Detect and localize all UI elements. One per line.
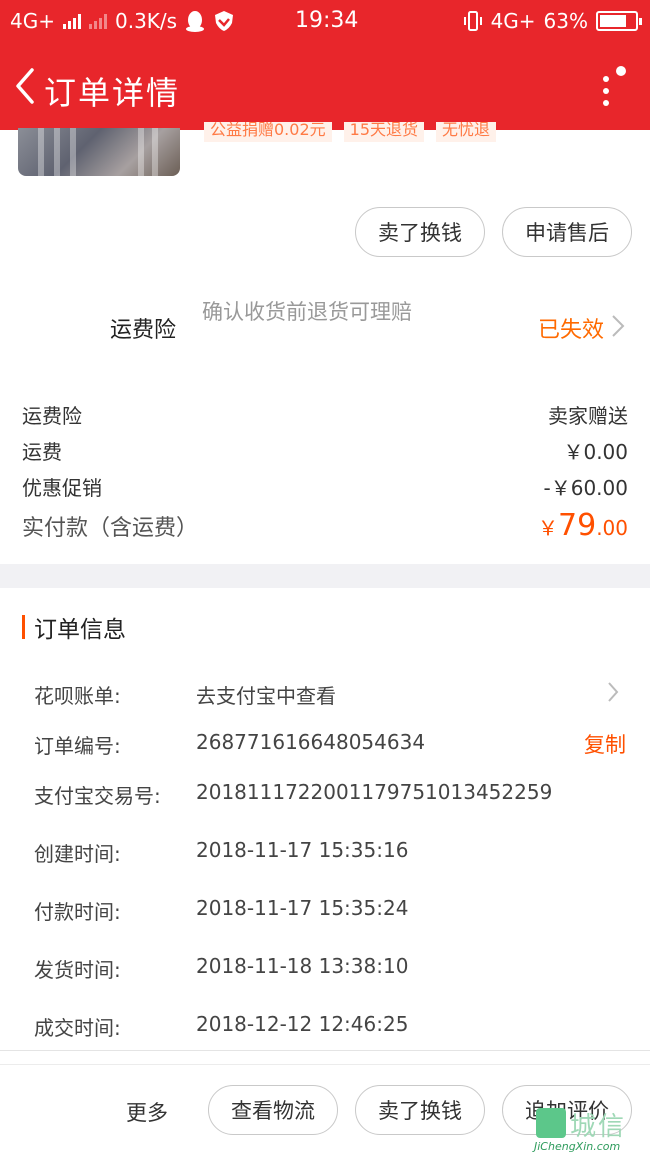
info-value-paid: 2018-11-17 15:35:24	[196, 896, 409, 920]
product-tag: 无忧退	[436, 122, 497, 142]
info-value-huabei[interactable]: 去支付宝中查看	[196, 680, 336, 709]
signal-icon	[62, 13, 81, 29]
battery-percent: 63%	[543, 9, 588, 33]
watermark-chinese: 城信	[570, 1112, 627, 1142]
info-value-created: 2018-11-17 15:35:16	[196, 838, 409, 862]
copy-button[interactable]: 复制	[584, 729, 626, 759]
order-info-title: 订单信息	[34, 617, 126, 643]
insurance-description: 确认收货前退货可理赔	[202, 300, 412, 324]
price-row-shipping: 运费 ￥0.00	[22, 436, 628, 465]
status-right: 4G+ 63%	[463, 9, 642, 33]
section-divider	[0, 564, 650, 588]
more-actions-link[interactable]: 更多	[126, 1097, 168, 1127]
watermark-badge-icon	[536, 1108, 566, 1138]
price-value: 卖家赠送	[548, 404, 628, 428]
battery-icon	[596, 11, 642, 31]
status-time: 19:34	[295, 8, 359, 33]
notification-dot	[616, 66, 626, 76]
price-row-discount: 优惠促销 -￥60.00	[22, 472, 628, 501]
price-value: ￥0.00	[563, 440, 628, 464]
product-tags: 公益捐赠0.02元 15天退货 无忧退	[204, 122, 497, 142]
insurance-label: 运费险	[110, 318, 177, 343]
insurance-status[interactable]: 已失效	[538, 312, 604, 344]
total-label: 实付款（含运费）	[22, 516, 199, 541]
qq-icon	[186, 11, 205, 32]
order-info-heading: 订单信息	[22, 612, 126, 643]
product-tag: 15天退货	[343, 122, 425, 142]
more-menu-icon[interactable]	[598, 66, 628, 110]
sell-button-bottom[interactable]: 卖了换钱	[355, 1085, 485, 1135]
view-logistics-button[interactable]: 查看物流	[208, 1085, 338, 1135]
info-label-huabei: 花呗账单:	[34, 684, 121, 708]
divider-line	[0, 1050, 650, 1051]
info-value-completed: 2018-12-12 12:46:25	[196, 1012, 409, 1036]
vibrate-icon	[463, 11, 482, 31]
price-label: 运费险	[22, 404, 82, 428]
info-value-alipay-no: 2018111722001179751013452259	[196, 780, 553, 804]
product-thumbnail[interactable]	[18, 128, 180, 176]
watermark-text: JiChengXin.com	[534, 1140, 621, 1153]
product-tag: 公益捐赠0.02元	[204, 122, 332, 142]
total-decimal: .00	[596, 516, 628, 540]
info-label-shipped: 发货时间:	[34, 958, 121, 982]
sell-button[interactable]: 卖了换钱	[355, 207, 485, 257]
page-title: 订单详情	[44, 74, 181, 112]
price-total-row: 实付款（含运费） ￥79.00	[22, 508, 628, 543]
info-value-order-no: 268771616648054634	[196, 730, 426, 754]
price-value: -￥60.00	[543, 476, 628, 500]
title-bar: 订单详情	[0, 44, 650, 130]
network-speed: 0.3K/s	[114, 9, 178, 33]
network-type-left: 4G+	[10, 9, 55, 33]
price-label: 运费	[22, 440, 62, 464]
info-label-order-no: 订单编号:	[34, 734, 121, 758]
order-detail-screen: 4G+ 0.3K/s 19:34 4G+ 63% 订单详情 公益捐赠0.02元 …	[0, 0, 650, 1155]
info-label-alipay-no: 支付宝交易号:	[34, 784, 161, 808]
back-arrow-icon[interactable]	[12, 66, 42, 106]
total-integer: 79	[558, 508, 597, 543]
total-currency: ￥	[538, 516, 558, 540]
price-row-insurance: 运费险 卖家赠送	[22, 400, 628, 429]
info-label-paid: 付款时间:	[34, 900, 121, 924]
signal-secondary-icon	[88, 13, 107, 29]
chevron-right-icon[interactable]	[606, 680, 620, 704]
info-label-completed: 成交时间:	[34, 1016, 121, 1040]
total-amount: ￥79.00	[538, 508, 628, 543]
info-value-shipped: 2018-11-18 13:38:10	[196, 954, 409, 978]
info-label-created: 创建时间:	[34, 842, 121, 866]
site-watermark-logo: 城信 JiChengXin.com	[532, 1104, 650, 1155]
status-left: 4G+ 0.3K/s	[10, 9, 235, 33]
status-bar: 4G+ 0.3K/s 19:34 4G+ 63%	[0, 0, 650, 44]
network-type-right: 4G+	[490, 9, 536, 33]
after-sale-button[interactable]: 申请售后	[502, 207, 632, 257]
shield-app-icon	[215, 11, 234, 31]
chevron-right-icon[interactable]	[610, 313, 626, 339]
heading-accent-bar	[22, 615, 25, 639]
price-label: 优惠促销	[22, 476, 102, 500]
